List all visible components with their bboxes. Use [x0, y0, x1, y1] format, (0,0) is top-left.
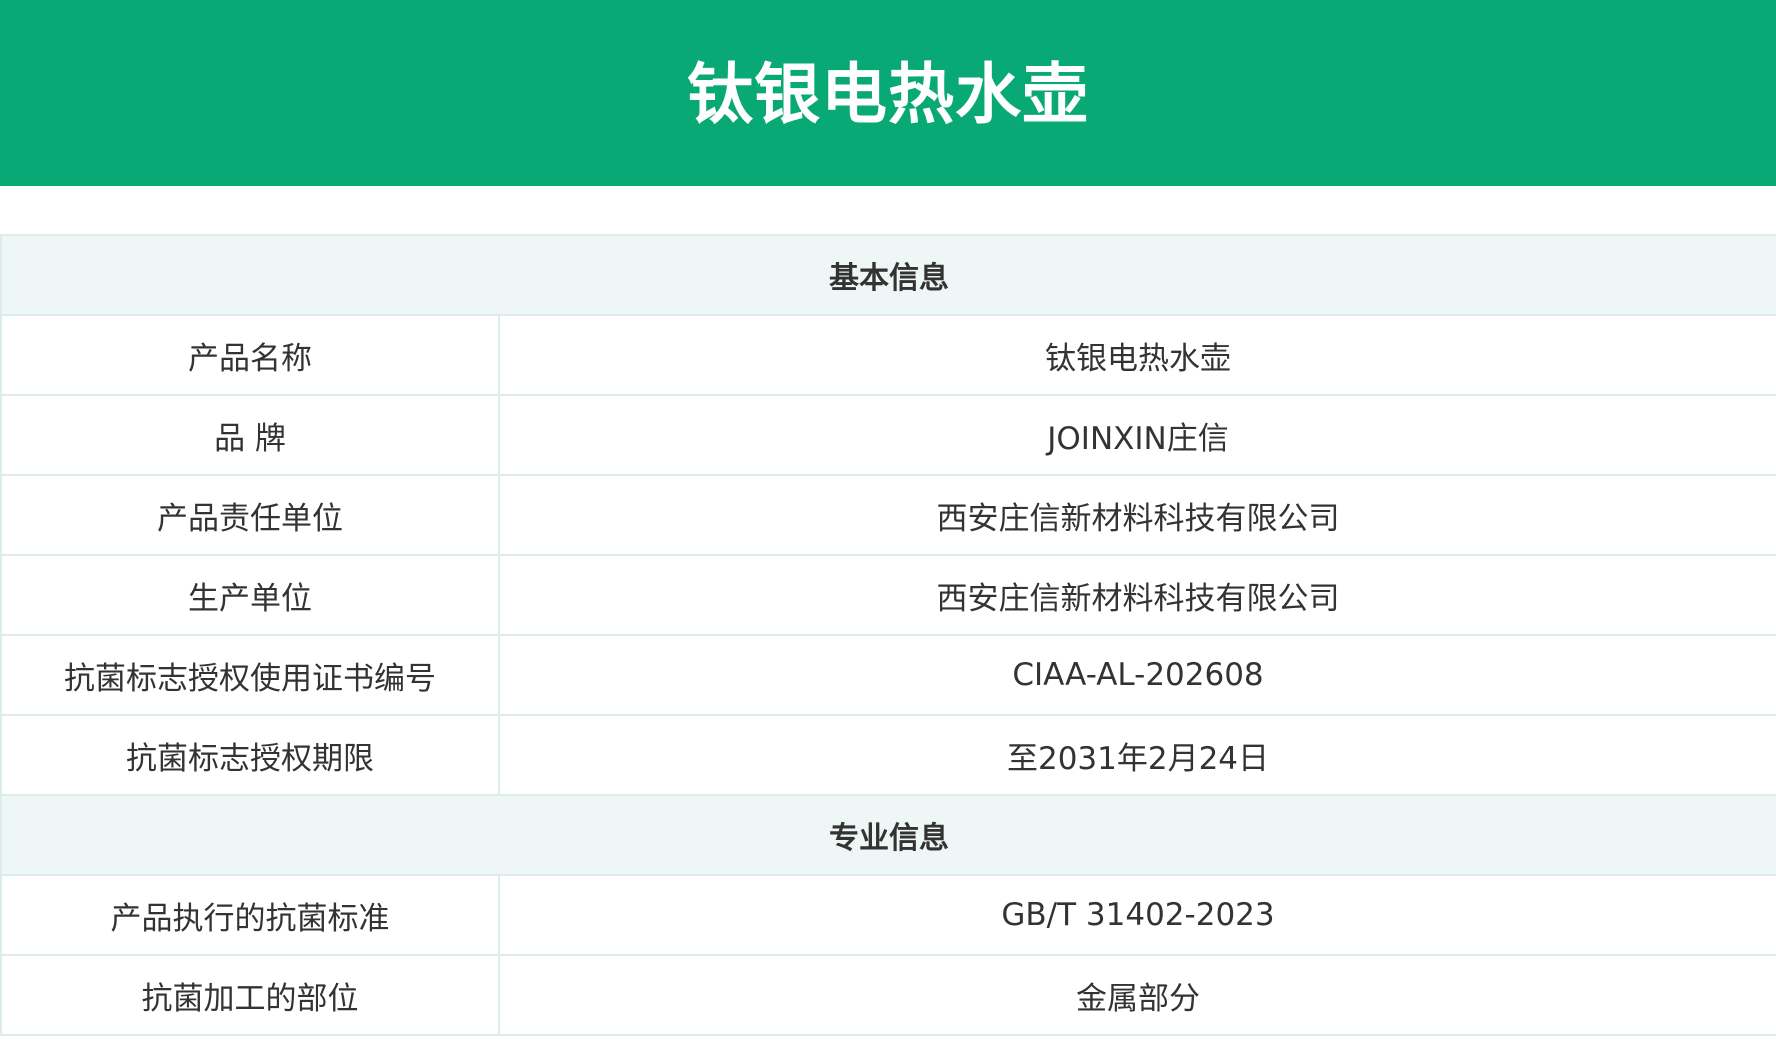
table-row: 品 牌 JOINXIN庄信 — [0, 394, 1776, 476]
table-row: 抗菌标志授权期限 至2031年2月24日 — [0, 714, 1776, 796]
row-value: JOINXIN庄信 — [498, 394, 1776, 476]
table-row: 生产单位 西安庄信新材料科技有限公司 — [0, 554, 1776, 636]
row-value: 至2031年2月24日 — [498, 714, 1776, 796]
row-value: GB/T 31402-2023 — [498, 874, 1776, 956]
row-label: 产品执行的抗菌标准 — [0, 874, 500, 956]
product-info-table: 基本信息 产品名称 钛银电热水壶 品 牌 JOINXIN庄信 产品责任单位 西安… — [0, 234, 1776, 1036]
table-row: 抗菌加工的部位 金属部分 — [0, 954, 1776, 1036]
table-row: 产品名称 钛银电热水壶 — [0, 314, 1776, 396]
row-label: 抗菌标志授权期限 — [0, 714, 500, 796]
row-label: 抗菌标志授权使用证书编号 — [0, 634, 500, 716]
table-row: 抗菌标志授权使用证书编号 CIAA-AL-202608 — [0, 634, 1776, 716]
row-value: 西安庄信新材料科技有限公司 — [498, 474, 1776, 556]
row-value: 钛银电热水壶 — [498, 314, 1776, 396]
table-row: 产品执行的抗菌标准 GB/T 31402-2023 — [0, 874, 1776, 956]
product-info-page: 钛银电热水壶 基本信息 产品名称 钛银电热水壶 品 牌 JOINXIN庄信 产品… — [0, 0, 1776, 1059]
table-row: 产品责任单位 西安庄信新材料科技有限公司 — [0, 474, 1776, 556]
row-label: 产品责任单位 — [0, 474, 500, 556]
section-header-basic: 基本信息 — [0, 234, 1776, 316]
row-label: 品 牌 — [0, 394, 500, 476]
row-value: 金属部分 — [498, 954, 1776, 1036]
section-title: 专业信息 — [0, 794, 1776, 876]
section-header-professional: 专业信息 — [0, 794, 1776, 876]
row-label: 生产单位 — [0, 554, 500, 636]
section-title: 基本信息 — [0, 234, 1776, 316]
page-title: 钛银电热水壶 — [687, 56, 1089, 133]
row-value: 西安庄信新材料科技有限公司 — [498, 554, 1776, 636]
header-banner: 钛银电热水壶 — [0, 0, 1776, 186]
row-value: CIAA-AL-202608 — [498, 634, 1776, 716]
row-label: 产品名称 — [0, 314, 500, 396]
row-label: 抗菌加工的部位 — [0, 954, 500, 1036]
